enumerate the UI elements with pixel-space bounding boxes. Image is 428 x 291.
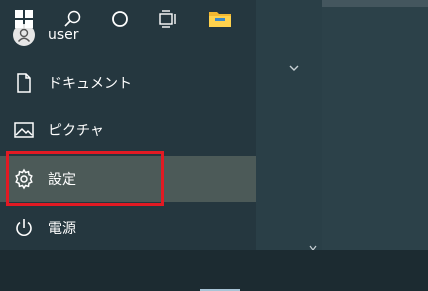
file-explorer-icon [208,9,232,33]
power-icon [12,216,36,240]
scroll-down-arrow-icon[interactable] [308,238,318,251]
document-icon [12,71,36,95]
start-button[interactable] [0,0,48,41]
start-item-pictures[interactable]: ピクチャ [0,107,256,153]
pictures-icon [12,118,36,142]
chevron-down-icon[interactable] [287,60,301,74]
start-menu-tiles[interactable] [322,0,428,250]
search-icon [62,9,82,33]
pictures-label: ピクチャ [48,123,104,139]
task-view-icon [158,9,178,33]
start-item-documents[interactable]: ドキュメント [0,60,256,106]
start-menu-app-list[interactable] [256,0,322,250]
task-view-button[interactable] [144,0,192,41]
taskbar [0,250,428,291]
tile-strip [322,0,428,7]
start-item-power[interactable]: 電源 [0,205,256,251]
annotation-highlight-box [6,151,164,206]
search-button[interactable] [48,0,96,41]
documents-label: ドキュメント [48,76,132,92]
cortana-button[interactable] [96,0,144,41]
power-label: 電源 [48,221,76,237]
cortana-icon [110,9,130,33]
windows-logo-icon [15,9,33,32]
file-explorer-button[interactable] [196,0,244,41]
